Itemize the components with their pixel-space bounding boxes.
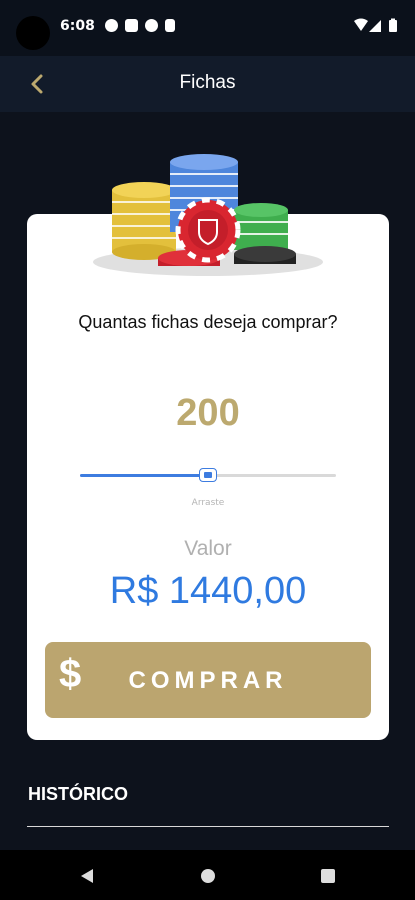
value-label: Valor bbox=[184, 537, 232, 560]
chip-amount: 200 bbox=[176, 392, 240, 434]
app-notification-icon bbox=[105, 19, 118, 32]
sim-card-icon bbox=[165, 19, 175, 32]
system-nav-bar bbox=[0, 850, 415, 900]
poker-chips-image bbox=[93, 154, 323, 276]
red-shield-chip bbox=[175, 197, 241, 263]
back-icon[interactable] bbox=[78, 867, 96, 885]
slider-thumb[interactable] bbox=[199, 468, 217, 482]
green-chip-stack bbox=[234, 203, 288, 250]
history-title: HISTÓRICO bbox=[28, 784, 129, 804]
app-bar: Fichas bbox=[0, 56, 415, 112]
slider-hint: Arraste bbox=[191, 498, 225, 508]
page-title: Fichas bbox=[179, 72, 236, 93]
chip-quantity-question: Quantas fichas deseja comprar? bbox=[78, 312, 338, 332]
app-notification-icon bbox=[145, 19, 158, 32]
message-notification-icon bbox=[125, 19, 138, 32]
system-icons bbox=[353, 18, 401, 38]
status-time: 6:08 bbox=[60, 18, 95, 34]
buy-button-label: COMPRAR bbox=[128, 667, 288, 694]
history-divider bbox=[27, 826, 389, 827]
home-icon[interactable] bbox=[199, 867, 217, 885]
buy-button[interactable]: $ COMPRAR bbox=[45, 642, 371, 718]
wifi-signal-battery-icon bbox=[354, 18, 397, 32]
total-value: R$ 1440,00 bbox=[109, 570, 307, 612]
slider-fill bbox=[80, 474, 208, 477]
camera-cutout bbox=[16, 16, 50, 50]
status-bar: 6:08 bbox=[0, 0, 415, 56]
black-chip bbox=[234, 246, 296, 264]
chip-amount-slider[interactable] bbox=[80, 468, 336, 482]
recents-icon[interactable] bbox=[319, 867, 337, 885]
yellow-chip-stack bbox=[112, 182, 176, 260]
